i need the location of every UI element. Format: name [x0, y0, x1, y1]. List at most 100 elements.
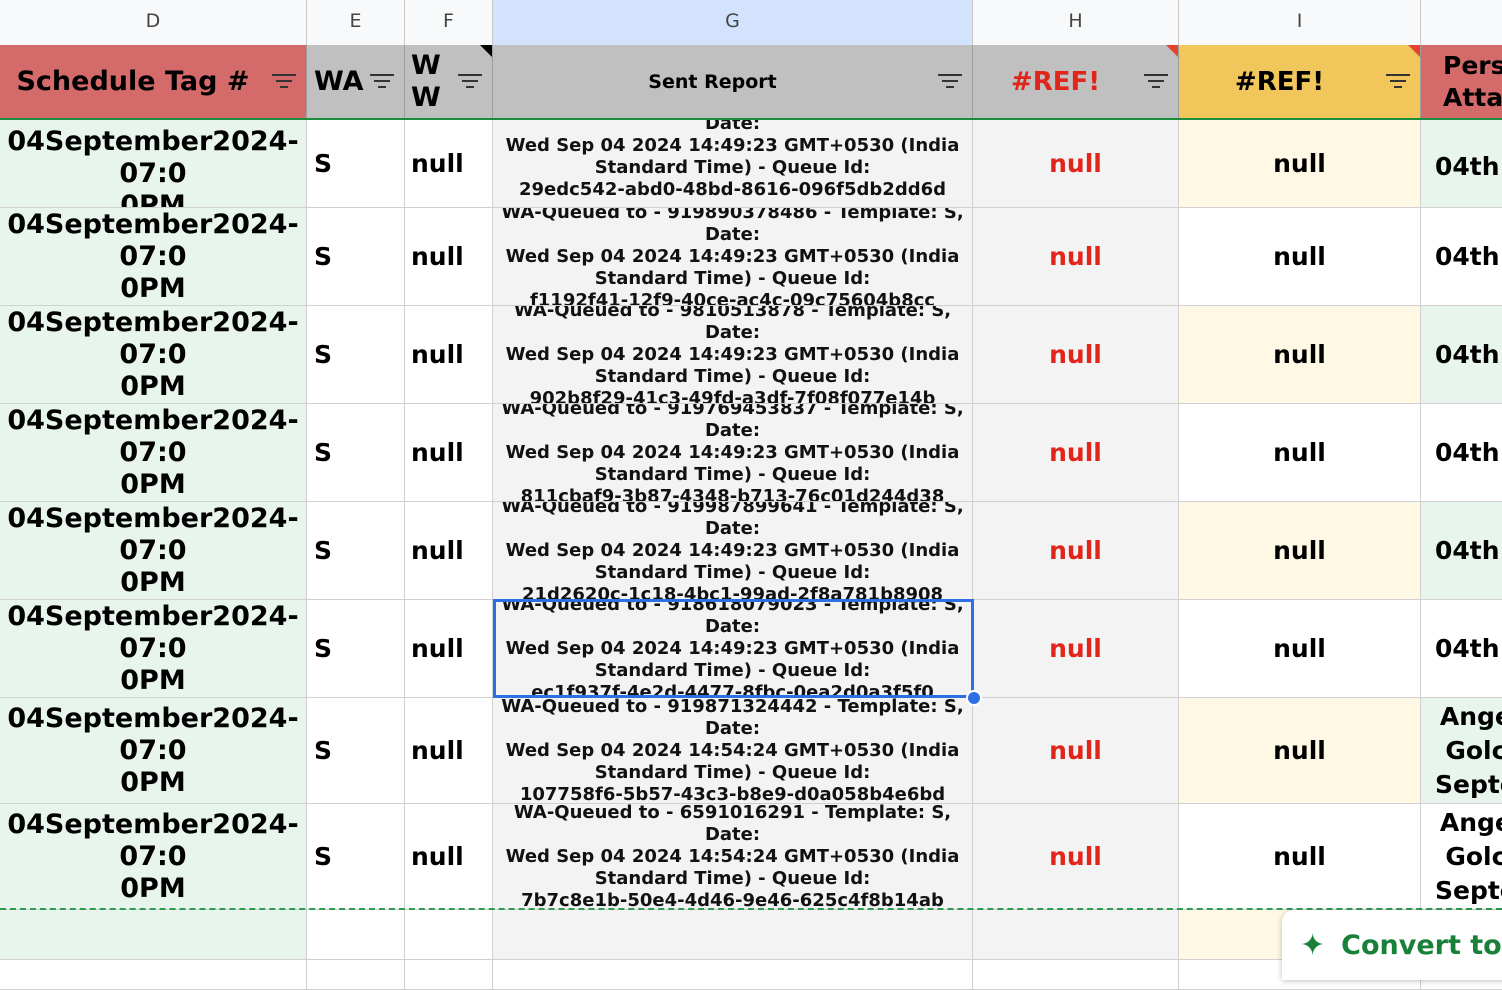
ref-i-cell[interactable]: null [1179, 404, 1421, 501]
schedule-tag-cell[interactable]: 04September2024-07:0 0PM [0, 804, 307, 909]
wa-cell[interactable]: S [307, 804, 405, 909]
empty-row[interactable] [0, 910, 1502, 960]
ref-h-cell[interactable]: null [973, 306, 1179, 403]
fill-handle[interactable] [966, 690, 982, 706]
schedule-tag-cell[interactable]: 04September2024-07:0 0PM [0, 502, 307, 599]
sent-report-cell[interactable]: WA-Queued to - 918618079023 - Template: … [493, 600, 973, 697]
wa-cell[interactable]: S [307, 698, 405, 803]
column-letter-e[interactable]: E [307, 0, 405, 45]
wa-cell[interactable]: S [307, 208, 405, 305]
table-row[interactable]: 04September2024-07:0 0PM Snull WA-Queued t… [0, 306, 1502, 404]
schedule-tag-cell[interactable]: 04September2024-07:0 0PM [0, 306, 307, 403]
header-sent-report[interactable]: Sent Report [493, 45, 973, 118]
person-cell[interactable]: 04th [1421, 120, 1502, 207]
wa-cell[interactable]: S [307, 404, 405, 501]
header-ref-h[interactable]: #REF! [973, 45, 1179, 118]
ref-h-cell[interactable]: null [973, 120, 1179, 207]
header-ww[interactable]: W W [405, 45, 493, 118]
ref-i-cell[interactable]: null [1179, 208, 1421, 305]
schedule-tag-cell[interactable]: 04September2024-07:0 0PM [0, 120, 307, 207]
ref-i-cell[interactable]: null [1179, 502, 1421, 599]
person-cell[interactable]: 04th [1421, 404, 1502, 501]
empty-cell[interactable] [0, 910, 307, 959]
column-letter-i[interactable]: I [1179, 0, 1421, 45]
empty-cell[interactable] [405, 910, 493, 959]
empty-cell[interactable] [973, 960, 1179, 989]
filter-icon[interactable] [1144, 74, 1168, 90]
filter-icon[interactable] [272, 74, 296, 90]
ref-i-cell[interactable]: null [1179, 306, 1421, 403]
table-row[interactable]: 04September2024-07:0 0PM Snull WA-Queued t… [0, 120, 1502, 208]
column-letter-d[interactable]: D [0, 0, 307, 45]
empty-cell[interactable] [307, 910, 405, 959]
sent-report-cell[interactable]: WA-Queued to - 919890378486 - Template: … [493, 208, 973, 305]
table-row[interactable]: 04September2024-07:0 0PM Snull WA-Queued t… [0, 698, 1502, 804]
ref-i-cell[interactable]: null [1179, 120, 1421, 207]
ref-h-cell[interactable]: null [973, 502, 1179, 599]
schedule-tag-cell[interactable]: 04September2024-07:0 0PM [0, 698, 307, 803]
ref-h-cell[interactable]: null [973, 698, 1179, 803]
filter-icon[interactable] [938, 74, 962, 90]
wa-cell-value: S [314, 634, 333, 663]
ww-cell[interactable]: null [405, 404, 493, 501]
table-row[interactable]: 04September2024-07:0 0PM Snull WA-Queued t… [0, 208, 1502, 306]
ww-cell[interactable]: null [405, 600, 493, 697]
person-cell[interactable]: 04th [1421, 306, 1502, 403]
person-cell[interactable]: Ange Golc Septe [1421, 804, 1502, 909]
schedule-tag-cell[interactable]: 04September2024-07:0 0PM [0, 404, 307, 501]
person-cell[interactable]: 04th [1421, 502, 1502, 599]
ww-cell[interactable]: null [405, 698, 493, 803]
sent-report-cell[interactable]: WA-Queued to - 6591016291 - Template: S,… [493, 804, 973, 909]
ww-cell[interactable]: null [405, 502, 493, 599]
sent-report-cell[interactable]: WA-Queued to - 9810513878 - Template: S,… [493, 306, 973, 403]
filter-icon[interactable] [1386, 74, 1410, 90]
ww-cell[interactable]: null [405, 804, 493, 909]
person-cell[interactable]: 04th [1421, 208, 1502, 305]
ref-h-cell[interactable]: null [973, 804, 1179, 909]
wa-cell[interactable]: S [307, 502, 405, 599]
table-row[interactable]: 04September2024-07:0 0PM Snull WA-Queued t… [0, 404, 1502, 502]
wa-cell[interactable]: S [307, 306, 405, 403]
ref-h-cell[interactable]: null [973, 600, 1179, 697]
header-ref-i[interactable]: #REF! [1179, 45, 1421, 118]
wa-cell[interactable]: S [307, 600, 405, 697]
ref-h-cell-value: null [1049, 634, 1102, 663]
ww-cell[interactable]: null [405, 120, 493, 207]
header-wa[interactable]: WA [307, 45, 405, 118]
empty-cell[interactable] [307, 960, 405, 989]
column-letter-f[interactable]: F [405, 0, 493, 45]
column-letter-j[interactable] [1421, 0, 1502, 45]
empty-row[interactable] [0, 960, 1502, 990]
ref-i-cell[interactable]: null [1179, 600, 1421, 697]
header-person[interactable]: Perso Atta [1421, 45, 1502, 118]
ref-i-cell[interactable]: null [1179, 804, 1421, 909]
sent-report-cell[interactable]: WA-Queued to - 919769453837 - Template: … [493, 404, 973, 501]
ref-h-cell[interactable]: null [973, 208, 1179, 305]
empty-cell[interactable] [493, 960, 973, 989]
table-row[interactable]: 04September2024-07:0 0PM Snull WA-Queued t… [0, 804, 1502, 910]
person-cell[interactable]: 04th [1421, 600, 1502, 697]
empty-cell[interactable] [405, 960, 493, 989]
wa-cell[interactable]: S [307, 120, 405, 207]
sent-report-cell[interactable]: WA-Queued to - 919871324442 - Template: … [493, 698, 973, 803]
schedule-tag-cell[interactable]: 04September2024-07:0 0PM [0, 208, 307, 305]
schedule-tag-cell[interactable]: 04September2024-07:0 0PM [0, 600, 307, 697]
ref-i-cell[interactable]: null [1179, 698, 1421, 803]
column-letter-g[interactable]: G [493, 0, 973, 45]
column-letter-h[interactable]: H [973, 0, 1179, 45]
ww-cell[interactable]: null [405, 208, 493, 305]
empty-cell[interactable] [973, 910, 1179, 959]
convert-to-table-chip[interactable]: ✦ Convert to [1282, 910, 1502, 980]
person-cell[interactable]: Ange Golc Septe [1421, 698, 1502, 803]
empty-cell[interactable] [493, 910, 973, 959]
ww-cell[interactable]: null [405, 306, 493, 403]
sent-report-cell[interactable]: WA-Queued to - 919987899641 - Template: … [493, 502, 973, 599]
filter-icon[interactable] [370, 74, 394, 90]
ref-h-cell[interactable]: null [973, 404, 1179, 501]
table-row[interactable]: 04September2024-07:0 0PM Snull WA-Queued t… [0, 502, 1502, 600]
filter-icon[interactable] [458, 74, 482, 90]
sent-report-cell[interactable]: WA-Queued to - 918618079023 - Template: … [493, 120, 973, 207]
empty-cell[interactable] [0, 960, 307, 989]
header-schedule-tag[interactable]: Schedule Tag # [0, 45, 307, 118]
table-row[interactable]: 04September2024-07:0 0PM Snull WA-Queued t… [0, 600, 1502, 698]
